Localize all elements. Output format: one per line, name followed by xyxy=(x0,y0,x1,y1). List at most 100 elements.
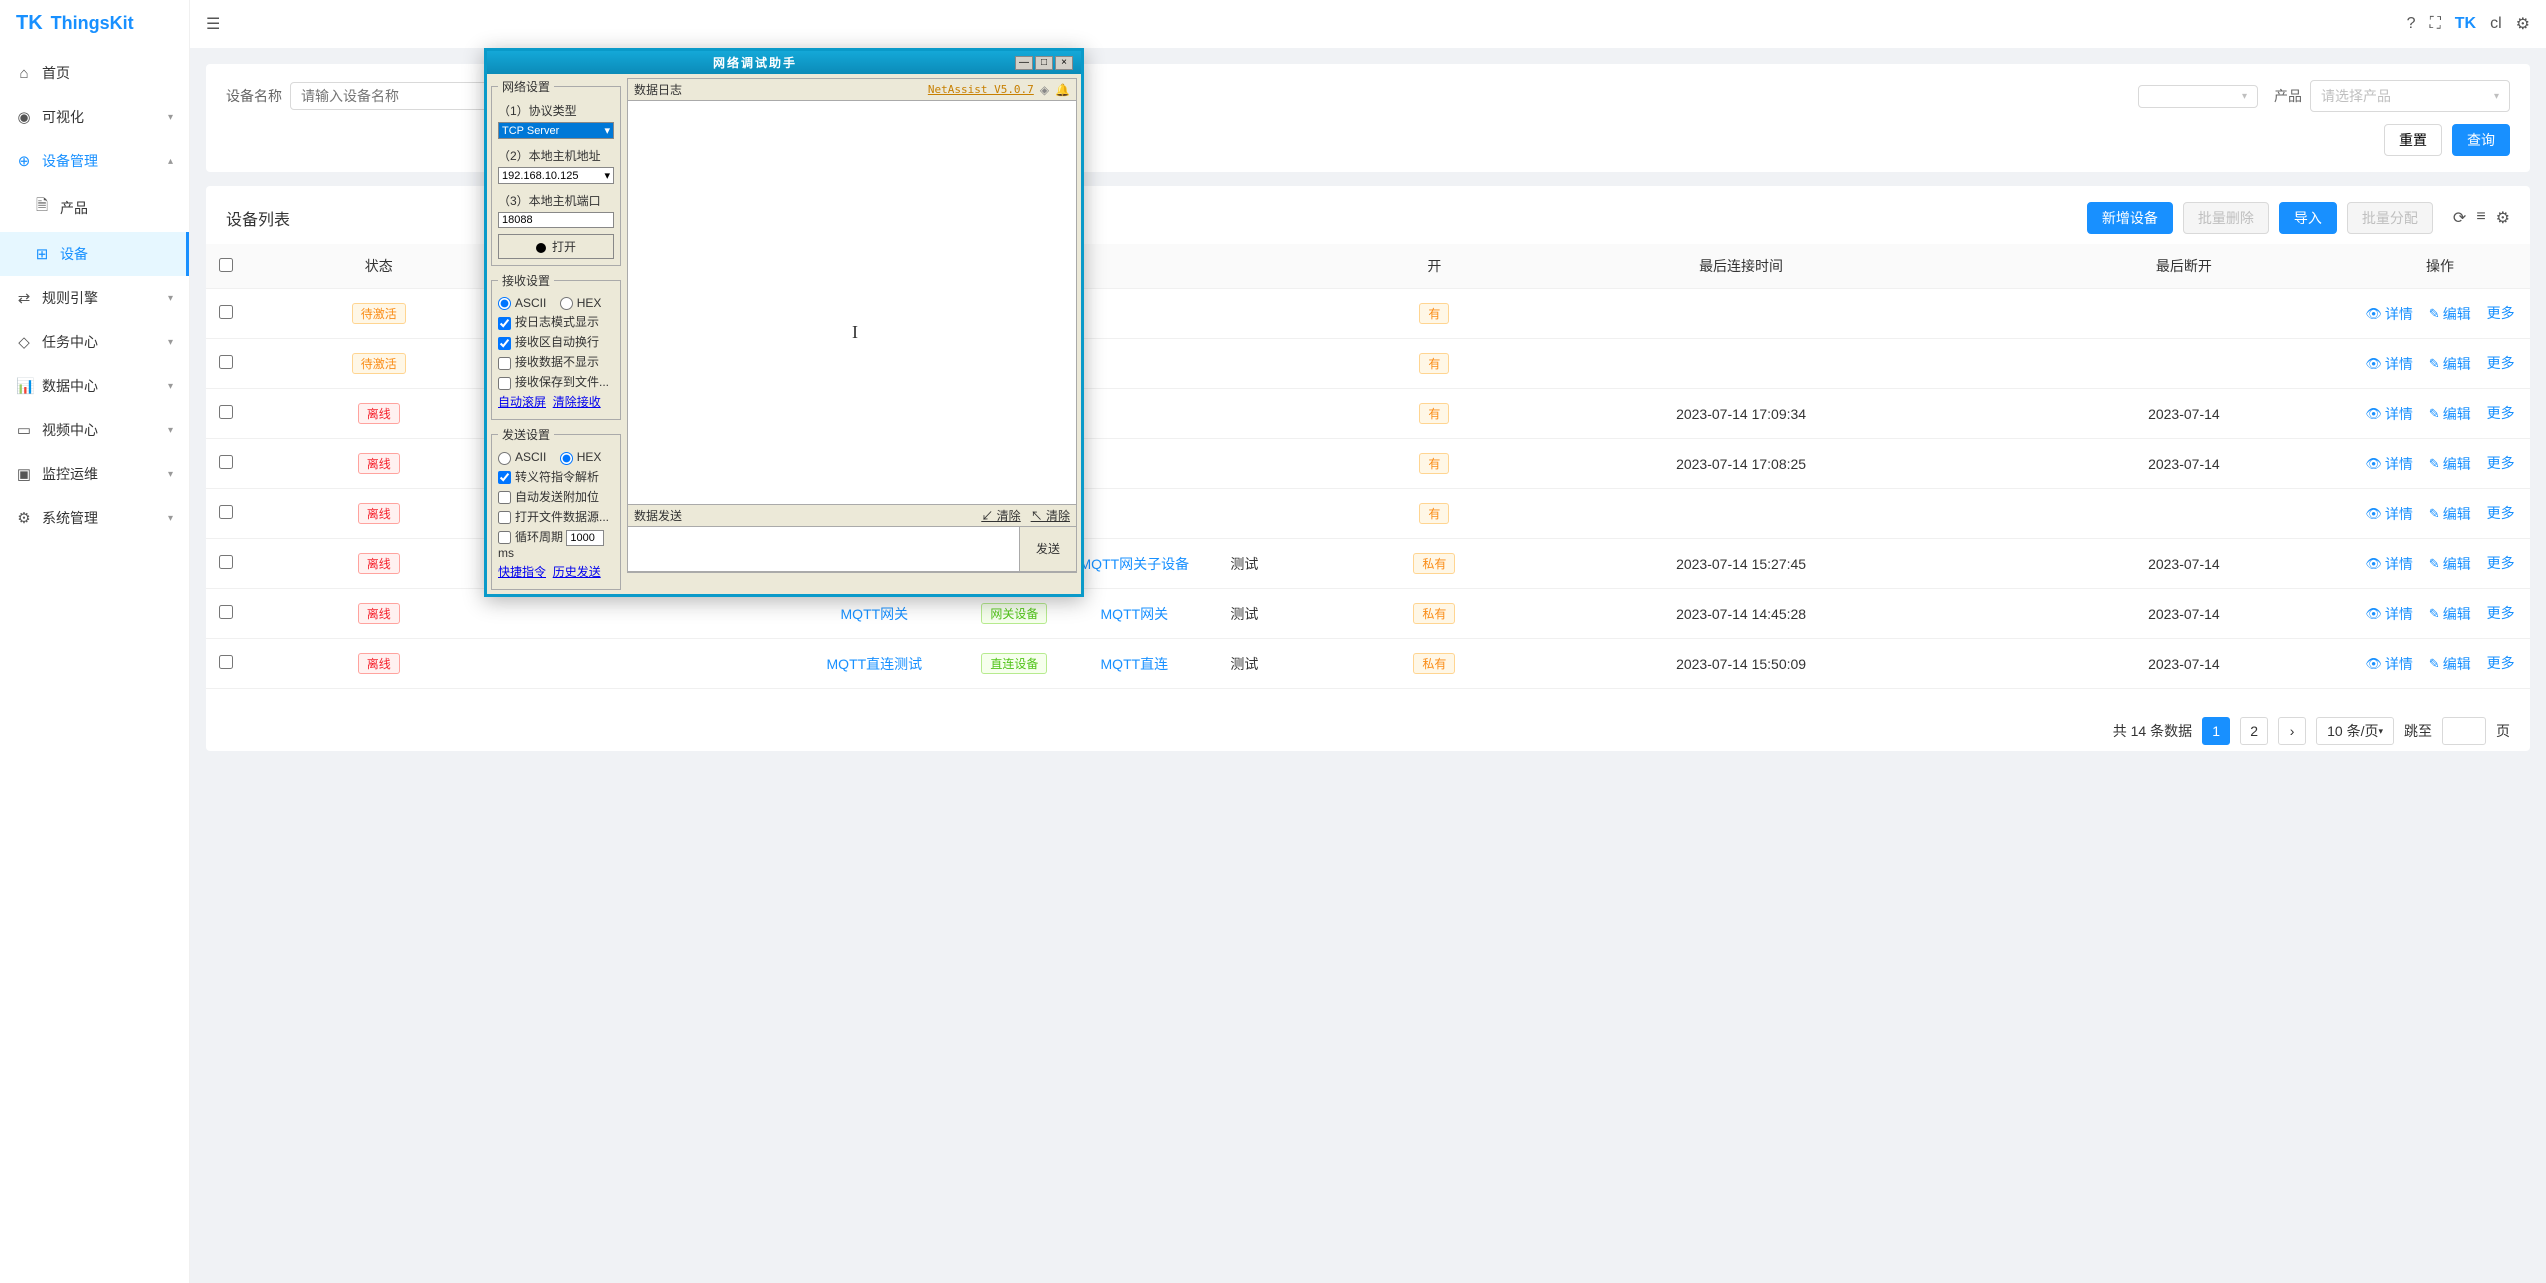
page-2[interactable]: 2 xyxy=(2240,717,2268,745)
device-alias-link[interactable]: MQTT网关 xyxy=(841,606,909,622)
loop-period-input[interactable] xyxy=(566,530,604,546)
row-checkbox[interactable] xyxy=(219,555,233,569)
log-area[interactable]: I xyxy=(627,100,1077,505)
product-select[interactable]: 请选择产品▾ xyxy=(2310,80,2510,112)
host-select[interactable]: 192.168.10.125▾ xyxy=(498,167,614,184)
edit-link[interactable]: ✎编辑 xyxy=(2429,404,2471,424)
recv-hide-check[interactable]: 接收数据不显示 xyxy=(498,355,599,369)
add-device-button[interactable]: 新增设备 xyxy=(2087,202,2173,234)
send-file-check[interactable]: 打开文件数据源... xyxy=(498,510,609,524)
product-link[interactable]: MQTT网关 xyxy=(1101,606,1169,622)
edit-link[interactable]: ✎编辑 xyxy=(2429,604,2471,624)
minimize-icon[interactable]: — xyxy=(1015,56,1033,70)
history-send-link[interactable]: 历史发送 xyxy=(553,565,601,579)
user-initials[interactable]: cl xyxy=(2490,15,2502,33)
send-button[interactable]: 发送 xyxy=(1020,527,1076,571)
detail-link[interactable]: 👁详情 xyxy=(2365,454,2413,474)
nav-home[interactable]: ⌂首页 xyxy=(0,51,189,95)
send-hex-radio[interactable]: HEX xyxy=(560,450,602,464)
edit-link[interactable]: ✎编辑 xyxy=(2429,304,2471,324)
settings-icon[interactable]: ⚙ xyxy=(2516,14,2530,34)
send-escape-check[interactable]: 转义符指令解析 xyxy=(498,470,599,484)
brand-small-icon[interactable]: TK xyxy=(2455,15,2476,33)
nav-monitor[interactable]: ▣监控运维▾ xyxy=(0,452,189,496)
product-link[interactable]: MQTT网关子设备 xyxy=(1080,556,1190,572)
jump-input[interactable] xyxy=(2442,717,2486,745)
more-link[interactable]: 更多 xyxy=(2487,403,2515,423)
clear-up-link[interactable]: ↖ 清除 xyxy=(1031,507,1070,524)
row-checkbox[interactable] xyxy=(219,505,233,519)
nav-rules[interactable]: ⇄规则引擎▾ xyxy=(0,276,189,320)
row-checkbox[interactable] xyxy=(219,305,233,319)
send-ascii-radio[interactable]: ASCII xyxy=(498,450,546,464)
detail-link[interactable]: 👁详情 xyxy=(2365,604,2413,624)
more-link[interactable]: 更多 xyxy=(2487,653,2515,673)
nav-product[interactable]: 🗎产品 xyxy=(0,183,189,232)
density-icon[interactable]: ≡ xyxy=(2476,208,2485,228)
more-link[interactable]: 更多 xyxy=(2487,603,2515,623)
open-button[interactable]: 打开 xyxy=(498,234,614,259)
batch-delete-button[interactable]: 批量删除 xyxy=(2183,202,2269,234)
nav-video[interactable]: ▭视频中心▾ xyxy=(0,408,189,452)
device-alias-link[interactable]: MQTT直连测试 xyxy=(827,656,923,672)
send-append-check[interactable]: 自动发送附加位 xyxy=(498,490,599,504)
reset-button[interactable]: 重置 xyxy=(2384,124,2442,156)
netassist-window[interactable]: 网络调试助手 — □ × 网络设置 （1）协议类型 TCP Server▾ （2… xyxy=(484,48,1084,597)
clear-down-link[interactable]: ↙ 清除 xyxy=(981,507,1020,524)
bell-icon[interactable]: 🔔 xyxy=(1055,83,1070,97)
recv-log-mode-check[interactable]: 按日志模式显示 xyxy=(498,315,599,329)
select-all-checkbox[interactable] xyxy=(219,258,233,272)
close-icon[interactable]: × xyxy=(1055,56,1073,70)
nav-device[interactable]: ⊞设备 xyxy=(0,232,189,276)
netassist-brand-link[interactable]: NetAssist V5.0.7 xyxy=(928,83,1034,96)
nav-tasks[interactable]: ◇任务中心▾ xyxy=(0,320,189,364)
recv-hex-radio[interactable]: HEX xyxy=(560,296,602,310)
recv-ascii-radio[interactable]: ASCII xyxy=(498,296,546,310)
quick-cmd-link[interactable]: 快捷指令 xyxy=(498,565,546,579)
row-checkbox[interactable] xyxy=(219,605,233,619)
detail-link[interactable]: 👁详情 xyxy=(2365,304,2413,324)
more-link[interactable]: 更多 xyxy=(2487,353,2515,373)
hidden-select-1[interactable]: ▾ xyxy=(2138,85,2258,108)
more-link[interactable]: 更多 xyxy=(2487,303,2515,323)
row-checkbox[interactable] xyxy=(219,655,233,669)
help-icon[interactable]: ? xyxy=(2407,15,2416,33)
row-checkbox[interactable] xyxy=(219,355,233,369)
device-name-input[interactable] xyxy=(290,82,493,110)
send-loop-check[interactable]: 循环周期 xyxy=(498,530,563,544)
column-settings-icon[interactable]: ⚙ xyxy=(2496,208,2510,228)
port-input[interactable] xyxy=(498,212,614,228)
protocol-select[interactable]: TCP Server▾ xyxy=(498,122,614,139)
row-checkbox[interactable] xyxy=(219,455,233,469)
clear-recv-link[interactable]: 清除接收 xyxy=(553,395,601,409)
import-button[interactable]: 导入 xyxy=(2279,202,2337,234)
edit-link[interactable]: ✎编辑 xyxy=(2429,504,2471,524)
edit-link[interactable]: ✎编辑 xyxy=(2429,354,2471,374)
detail-link[interactable]: 👁详情 xyxy=(2365,554,2413,574)
more-link[interactable]: 更多 xyxy=(2487,503,2515,523)
batch-assign-button[interactable]: 批量分配 xyxy=(2347,202,2433,234)
detail-link[interactable]: 👁详情 xyxy=(2365,654,2413,674)
row-checkbox[interactable] xyxy=(219,405,233,419)
nav-device-mgmt[interactable]: ⊕设备管理▴ xyxy=(0,139,189,183)
send-textarea[interactable] xyxy=(628,527,1020,571)
edit-link[interactable]: ✎编辑 xyxy=(2429,654,2471,674)
page-next[interactable]: › xyxy=(2278,717,2306,745)
horizontal-scrollbar[interactable] xyxy=(226,689,2510,703)
nav-data[interactable]: 📊数据中心▾ xyxy=(0,364,189,408)
more-link[interactable]: 更多 xyxy=(2487,553,2515,573)
more-link[interactable]: 更多 xyxy=(2487,453,2515,473)
nav-system[interactable]: ⚙系统管理▾ xyxy=(0,496,189,540)
recv-autowrap-check[interactable]: 接收区自动换行 xyxy=(498,335,599,349)
detail-link[interactable]: 👁详情 xyxy=(2365,404,2413,424)
recv-save-file-check[interactable]: 接收保存到文件... xyxy=(498,375,609,389)
edit-link[interactable]: ✎编辑 xyxy=(2429,454,2471,474)
page-1[interactable]: 1 xyxy=(2202,717,2230,745)
page-size-select[interactable]: 10 条/页 ▾ xyxy=(2316,717,2394,745)
collapse-sidebar-icon[interactable]: ☰ xyxy=(206,14,220,34)
query-button[interactable]: 查询 xyxy=(2452,124,2510,156)
product-link[interactable]: MQTT直连 xyxy=(1101,656,1169,672)
detail-link[interactable]: 👁详情 xyxy=(2365,354,2413,374)
detail-link[interactable]: 👁详情 xyxy=(2365,504,2413,524)
netassist-titlebar[interactable]: 网络调试助手 — □ × xyxy=(487,51,1081,74)
